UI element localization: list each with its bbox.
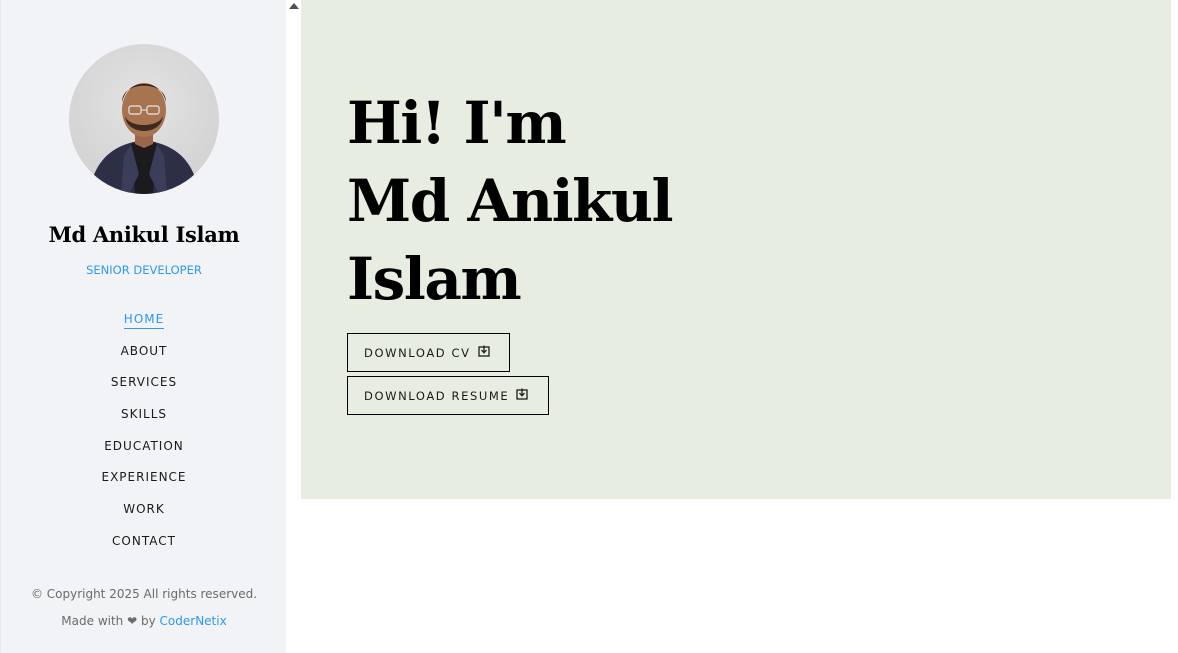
nav-item-services: SERVICES: [1, 371, 287, 403]
download-resume-button[interactable]: DOWNLOAD RESUME: [347, 376, 549, 415]
nav-item-about: ABOUT: [1, 340, 287, 372]
hero-section: Hi! I'm Md Anikul Islam DOWNLOAD CV DOWN…: [301, 0, 1171, 499]
footer-credit: Made with ❤ by CoderNetix: [1, 614, 287, 628]
sidebar-scrollbar[interactable]: [286, 0, 301, 653]
nav-link-services[interactable]: SERVICES: [111, 375, 177, 391]
nav-link-education[interactable]: EDUCATION: [104, 439, 184, 455]
nav-link-work[interactable]: WORK: [123, 502, 165, 518]
profile-name: Md Anikul Islam: [48, 222, 240, 247]
profile-photo: [89, 83, 199, 194]
nav-link-contact[interactable]: CONTACT: [112, 534, 176, 550]
footer-copyright: © Copyright 2025 All rights reserved.: [30, 587, 258, 601]
download-icon: [516, 388, 528, 403]
nav-link-home[interactable]: HOME: [123, 312, 165, 329]
download-resume-label: DOWNLOAD RESUME: [364, 388, 510, 403]
credit-link[interactable]: CoderNetix: [160, 614, 227, 628]
nav-link-about[interactable]: ABOUT: [121, 344, 168, 360]
nav-item-skills: SKILLS: [1, 403, 287, 435]
profile-role: SENIOR DEVELOPER: [86, 263, 202, 277]
nav-item-contact: CONTACT: [1, 530, 287, 562]
nav-item-home: HOME: [1, 308, 287, 340]
download-cv-label: DOWNLOAD CV: [364, 345, 471, 360]
avatar: [69, 44, 219, 194]
download-icon: [477, 345, 490, 360]
heart-icon: ❤: [127, 614, 138, 628]
hero-title-line1: Hi! I'm: [347, 89, 567, 157]
nav-link-experience[interactable]: EXPERIENCE: [101, 470, 186, 486]
sidebar: Md Anikul Islam SENIOR DEVELOPER HOME AB…: [0, 0, 286, 653]
download-cv-button[interactable]: DOWNLOAD CV: [347, 333, 510, 372]
hero-title-line2: Md Anikul: [347, 167, 674, 235]
nav-item-education: EDUCATION: [1, 435, 287, 467]
by-text: by: [141, 614, 156, 628]
hero-title-line3: Islam: [347, 245, 522, 313]
nav-link-skills[interactable]: SKILLS: [121, 407, 167, 423]
made-with-text: Made with: [61, 614, 124, 628]
chevron-up-icon[interactable]: [289, 3, 299, 9]
hero-title: Hi! I'm Md Anikul Islam: [347, 84, 674, 318]
nav-item-experience: EXPERIENCE: [1, 466, 287, 498]
main-nav: HOME ABOUT SERVICES SKILLS EDUCATION EXP…: [1, 308, 287, 562]
nav-item-work: WORK: [1, 498, 287, 530]
